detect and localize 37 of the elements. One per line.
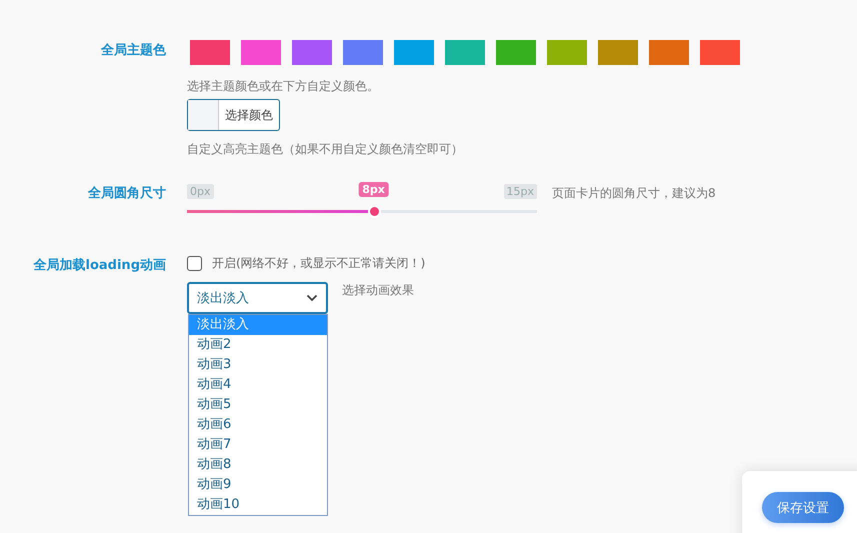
color-swatch[interactable]: [649, 40, 689, 65]
color-swatch[interactable]: [445, 40, 485, 65]
dropdown-option[interactable]: 动画6: [189, 415, 327, 435]
color-swatch[interactable]: [700, 40, 740, 65]
color-swatch[interactable]: [190, 40, 230, 65]
color-swatch[interactable]: [241, 40, 281, 65]
dropdown-option[interactable]: 动画5: [189, 395, 327, 415]
save-button[interactable]: 保存设置: [762, 492, 844, 523]
field-label: 全局加载loading动画: [32, 257, 166, 275]
color-swatch[interactable]: [496, 40, 536, 65]
hint-text: 页面卡片的圆角尺寸，建议为8: [552, 185, 716, 202]
dropdown-option[interactable]: 动画9: [189, 475, 327, 495]
hint-text: 选择主题颜色或在下方自定义颜色。: [187, 78, 380, 95]
min-label: 0px: [187, 184, 214, 199]
dropdown-option[interactable]: 动画10: [189, 495, 327, 515]
animation-select[interactable]: 淡出淡入: [187, 282, 328, 314]
slider-thumb[interactable]: [368, 205, 381, 218]
dropdown-option[interactable]: 动画8: [189, 455, 327, 475]
color-swatch[interactable]: [292, 40, 332, 65]
field-label: 全局圆角尺寸: [87, 185, 166, 203]
max-label: 15px: [504, 184, 537, 199]
color-picker-button[interactable]: 选择颜色: [187, 99, 280, 131]
color-swatch[interactable]: [547, 40, 587, 65]
dropdown-option[interactable]: 动画7: [189, 435, 327, 455]
color-swatch[interactable]: [343, 40, 383, 65]
field-label: 全局主题色: [100, 42, 166, 60]
caret-icon: [306, 294, 318, 302]
dropdown-option[interactable]: 动画3: [189, 355, 327, 375]
hint-text: 选择动画效果: [342, 282, 414, 299]
dropdown-option[interactable]: 动画4: [189, 375, 327, 395]
checkbox[interactable]: [187, 256, 202, 271]
value-tooltip: 8px: [358, 182, 389, 197]
dropdown-option[interactable]: 动画2: [189, 335, 327, 355]
checkbox-label: 开启(网络不好，或显示不正常请关闭！): [212, 255, 426, 272]
color-swatch[interactable]: [598, 40, 638, 65]
color-swatch[interactable]: [394, 40, 434, 65]
hint-text: 自定义高亮主题色（如果不用自定义颜色清空即可）: [187, 141, 464, 158]
